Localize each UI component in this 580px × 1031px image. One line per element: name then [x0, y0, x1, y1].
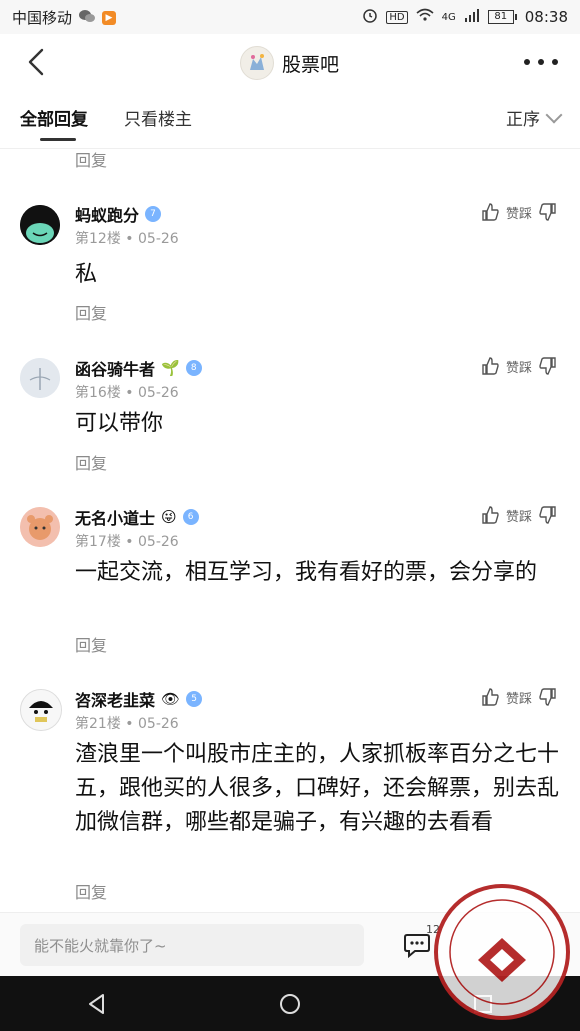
dot-icon: [552, 59, 558, 65]
avatar[interactable]: [20, 507, 60, 547]
eye-emoji-icon: 👁: [161, 690, 181, 708]
reply-input[interactable]: 能不能火就靠你了~: [20, 924, 364, 966]
post-meta: 第17楼 • 05-26: [75, 534, 179, 550]
thumbs-up-icon[interactable]: [480, 202, 500, 222]
floor-number: 第21楼: [75, 716, 121, 732]
thumbs-down-icon[interactable]: [538, 202, 558, 222]
sort-dropdown[interactable]: 正序: [506, 105, 563, 130]
nav-back-button[interactable]: [79, 986, 115, 1022]
back-button[interactable]: [20, 44, 56, 80]
vote-control: 赞踩: [480, 687, 558, 707]
username[interactable]: 咨深老韭菜: [75, 687, 155, 711]
floor-number: 第17楼: [75, 534, 121, 550]
reply-link[interactable]: 回复: [75, 147, 107, 171]
username[interactable]: 蚂蚁跑分: [75, 202, 139, 226]
avatar[interactable]: [20, 689, 62, 731]
vote-control: 赞踩: [480, 505, 558, 525]
floor-number: 第16楼: [75, 385, 121, 401]
triangle-back-icon: [88, 993, 104, 1014]
back-arrow-icon: [28, 48, 44, 76]
thumbs-down-icon[interactable]: [538, 687, 558, 707]
post-date: 05-26: [138, 385, 179, 401]
floor-number: 第12楼: [75, 231, 121, 247]
thumbs-down-icon[interactable]: [538, 356, 558, 376]
vote-label: 赞踩: [505, 691, 532, 707]
status-bar: 中国移动 ▶ HD 4G 81 08:38: [0, 0, 580, 34]
tab-op-only[interactable]: 只看楼主: [124, 105, 192, 130]
level-badge-icon: 8: [185, 360, 202, 376]
post-meta: 第16楼 • 05-26: [75, 385, 179, 401]
thumbs-down-icon[interactable]: [538, 505, 558, 525]
hd-icon: HD: [386, 10, 408, 24]
clock: 08:38: [524, 8, 568, 26]
level-badge-icon: 7: [145, 206, 162, 222]
avatar[interactable]: [20, 205, 60, 245]
battery-level: 81: [487, 10, 514, 24]
avatar[interactable]: [20, 358, 60, 398]
notification-icon: ▶: [102, 10, 117, 25]
level-badge-icon: 5: [186, 691, 203, 707]
thumbs-up-icon[interactable]: [480, 356, 500, 376]
seal-logo-icon: [434, 884, 570, 1020]
battery-icon: 81: [487, 10, 517, 24]
alarm-icon: [362, 7, 378, 27]
post-date: 05-26: [138, 231, 179, 247]
forum-title[interactable]: 股票吧: [240, 46, 339, 80]
signal-icon: [464, 8, 480, 26]
dot-icon: [524, 59, 530, 65]
sort-label: 正序: [506, 110, 540, 130]
thumbs-up-icon[interactable]: [480, 505, 500, 525]
nav-home-button[interactable]: [272, 986, 308, 1022]
vote-control: 赞踩: [480, 202, 558, 222]
network-type: 4G: [441, 11, 456, 23]
dot-icon: [538, 59, 544, 65]
page-title: 股票吧: [282, 53, 340, 76]
vote-label: 赞踩: [505, 509, 532, 525]
chevron-down-icon: [545, 106, 563, 123]
reply-link[interactable]: 回复: [75, 450, 107, 474]
wifi-icon: [416, 8, 434, 26]
sprout-emoji-icon: 🌱: [161, 359, 180, 377]
username[interactable]: 函谷骑牛者: [75, 356, 155, 380]
thumbs-up-icon[interactable]: [480, 687, 500, 707]
tab-all-replies[interactable]: 全部回复: [20, 105, 88, 130]
vote-label: 赞踩: [505, 360, 532, 376]
forum-logo-icon: [240, 46, 274, 80]
reply-content: 可以带你: [75, 411, 164, 436]
reply-link[interactable]: 回复: [75, 632, 107, 656]
reply-content: 渣浪里一个叫股市庄主的，人家抓板率百分之七十五，跟他买的人很多，口碑好，还会解票…: [75, 742, 560, 835]
reply-link[interactable]: 回复: [75, 879, 107, 903]
carrier-text: 中国移动: [12, 9, 73, 27]
reply-content: 私: [75, 262, 98, 287]
tongue-emoji-icon: 😜: [161, 508, 177, 526]
reply-link[interactable]: 回复: [75, 300, 107, 324]
post-date: 05-26: [138, 716, 179, 732]
reply-filter-tabs: 全部回复 只看楼主 正序: [0, 90, 580, 149]
post-date: 05-26: [138, 534, 179, 550]
reply-content: 一起交流，相互学习，我有看好的票，会分享的: [75, 560, 538, 585]
circle-home-icon: [279, 993, 300, 1014]
vote-label: 赞踩: [505, 206, 532, 222]
top-app-bar: 股票吧: [0, 34, 580, 90]
level-badge-icon: 6: [182, 509, 199, 525]
post-meta: 第12楼 • 05-26: [75, 231, 179, 247]
vote-control: 赞踩: [480, 356, 558, 376]
post-meta: 第21楼 • 05-26: [75, 716, 179, 732]
wechat-icon: [78, 9, 96, 27]
username[interactable]: 无名小道士: [75, 505, 155, 529]
watermark-seal: [432, 882, 572, 1022]
more-options-button[interactable]: [524, 52, 558, 72]
active-tab-indicator: [40, 138, 76, 141]
